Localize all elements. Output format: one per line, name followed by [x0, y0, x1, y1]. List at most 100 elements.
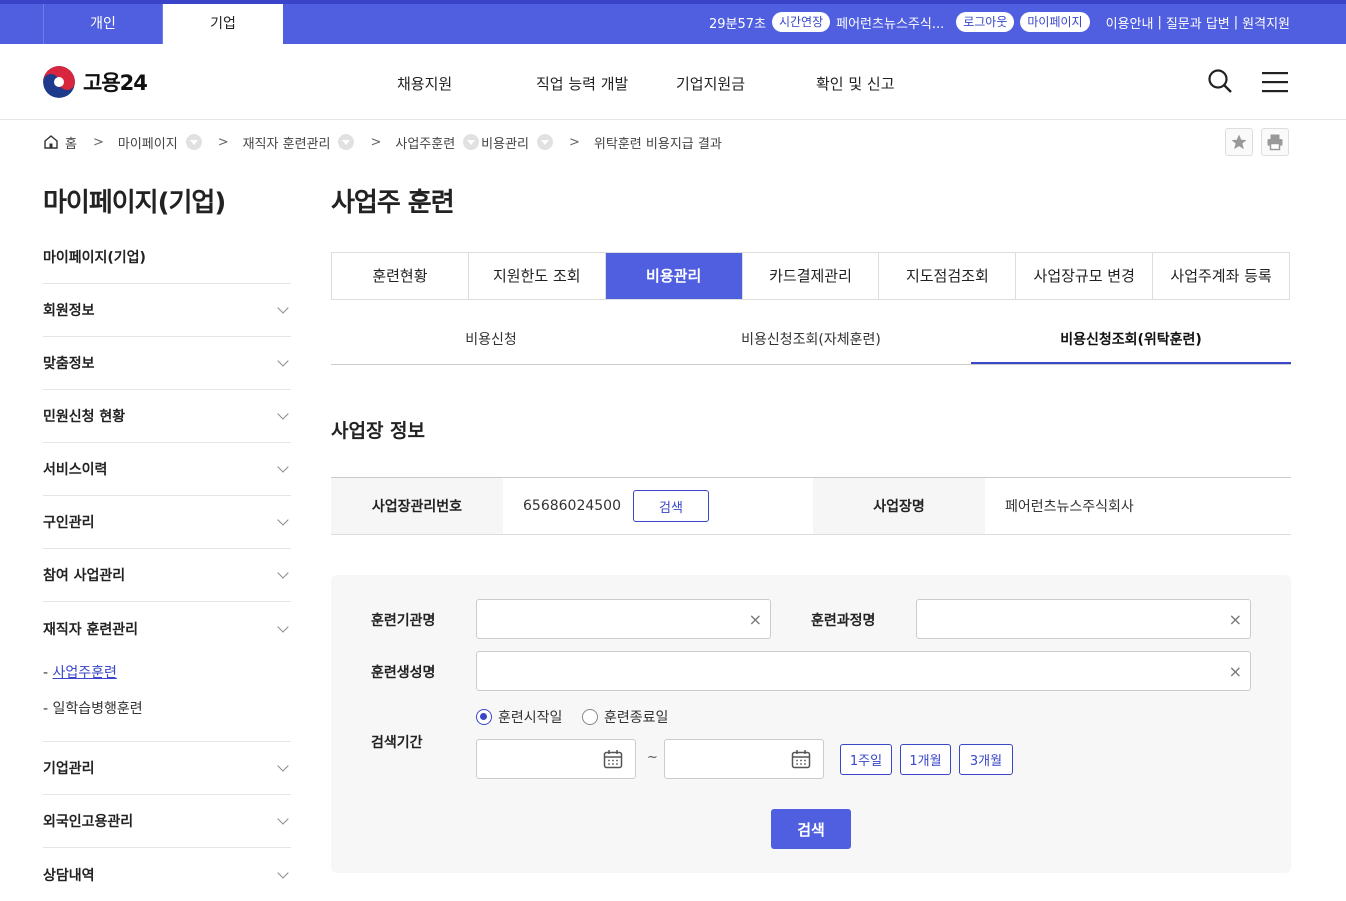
tab-card[interactable]: 카드결제관리	[743, 253, 880, 299]
clear-icon[interactable]: ×	[749, 610, 762, 629]
subtab-self[interactable]: 비용신청조회(자체훈련)	[651, 316, 971, 364]
radio-label: 훈련시작일	[498, 710, 563, 726]
dropdown-icon[interactable]	[537, 134, 554, 150]
print-icon[interactable]	[1261, 128, 1289, 156]
remote-support-link[interactable]: 원격지원	[1242, 13, 1290, 32]
session-area: 29분57초 시간연장 페어런츠뉴스주식... 로그아웃 마이페이지 이용안내 …	[709, 12, 1290, 32]
range-1week-button[interactable]: 1주일	[840, 744, 892, 775]
taegeuk-icon	[43, 66, 75, 98]
sidebar-subitem-work-study[interactable]: - 일학습병행훈련	[43, 691, 291, 727]
sidebar-subitem-employer-training[interactable]: - 사업주훈련	[43, 655, 291, 691]
clear-icon[interactable]: ×	[1229, 662, 1242, 681]
nav-report[interactable]: 확인 및 신고	[816, 73, 895, 94]
sidebar-item-consult[interactable]: 상담내역	[43, 848, 291, 901]
radio-end-date[interactable]: 훈련종료일	[582, 707, 668, 727]
calendar-icon[interactable]	[603, 749, 623, 773]
guide-link[interactable]: 이용안내	[1106, 13, 1154, 32]
sidebar-item-label: 상담내역	[43, 867, 95, 884]
logout-button[interactable]: 로그아웃	[956, 12, 1015, 32]
sidebar-item-label: 민원신청 현황	[43, 409, 126, 425]
mgmt-no-cell: 65686024500 검색	[503, 478, 813, 534]
sidebar-title: 마이페이지(기업)	[43, 188, 226, 218]
site-header: 고용24 채용지원 직업 능력 개발 기업지원금 확인 및 신고	[0, 44, 1346, 120]
clear-icon[interactable]: ×	[1229, 610, 1242, 629]
radio-start-date[interactable]: 훈련시작일	[476, 707, 562, 727]
tab-status[interactable]: 훈련현황	[332, 253, 469, 299]
nav-skills[interactable]: 직업 능력 개발	[536, 73, 628, 94]
course-input[interactable]: ×	[916, 599, 1251, 639]
chevron-down-icon	[277, 302, 289, 314]
chevron-down-icon	[277, 620, 289, 633]
breadcrumb-home[interactable]: 홈	[65, 133, 77, 152]
qna-link[interactable]: 질문과 답변	[1166, 13, 1230, 32]
sidebar-item-label: 서비스이력	[43, 462, 108, 478]
tab-account[interactable]: 사업주계좌 등록	[1153, 253, 1289, 299]
dropdown-icon[interactable]	[463, 134, 480, 150]
sidebar-item-label: 회원정보	[43, 303, 95, 319]
mypage-button[interactable]: 마이페이지	[1020, 12, 1090, 32]
radio-checked-icon[interactable]	[476, 709, 492, 725]
dropdown-icon[interactable]	[338, 134, 355, 150]
start-date-input[interactable]	[476, 739, 636, 779]
tab-size-change[interactable]: 사업장규모 변경	[1016, 253, 1154, 299]
sidebar-item-member[interactable]: 회원정보	[43, 284, 291, 337]
tab-inspection[interactable]: 지도점검조회	[879, 253, 1017, 299]
favorite-star-icon[interactable]	[1225, 128, 1253, 156]
subtab-consign[interactable]: 비용신청조회(위탁훈련)	[971, 316, 1291, 364]
session-timer: 29분57초	[708, 16, 766, 32]
dropdown-icon[interactable]	[185, 134, 202, 150]
sidebar-item-foreign[interactable]: 외국인고용관리	[43, 795, 291, 848]
home-icon[interactable]	[43, 134, 59, 150]
workplace-info: 사업장관리번호 65686024500 검색 사업장명 페어런츠뉴스주식회사	[331, 477, 1291, 535]
section-title: 사업장 정보	[331, 420, 426, 442]
logo[interactable]: 고용24	[43, 66, 148, 98]
chevron-right-icon: >	[92, 134, 104, 150]
radio-label: 훈련종료일	[604, 710, 669, 726]
radio-unchecked-icon[interactable]	[582, 709, 598, 725]
nav-recruit[interactable]: 채용지원	[397, 73, 452, 94]
chevron-down-icon	[277, 461, 289, 473]
search-submit-button[interactable]: 검색	[771, 809, 851, 849]
sidebar-item-mypage[interactable]: 마이페이지(기업)	[43, 231, 291, 284]
workplace-name-label: 사업장명	[813, 478, 985, 534]
tab-limit[interactable]: 지원한도 조회	[469, 253, 606, 299]
institution-input[interactable]: ×	[476, 599, 771, 639]
sidebar-item-recruit[interactable]: 구인관리	[43, 496, 291, 549]
workplace-search-button[interactable]: 검색	[632, 490, 709, 522]
breadcrumb-mypage[interactable]: 마이페이지	[118, 133, 178, 152]
chevron-down-icon	[277, 813, 289, 825]
menu-icon[interactable]	[1262, 71, 1288, 97]
calendar-icon[interactable]	[791, 749, 811, 773]
sidebar-item-project[interactable]: 참여 사업관리	[43, 549, 291, 602]
sidebar-item-label: 마이페이지(기업)	[43, 250, 146, 266]
range-3month-button[interactable]: 3개월	[959, 744, 1013, 775]
sidebar-item-label: 기업관리	[43, 761, 95, 777]
sidebar-item-custom[interactable]: 맞춤정보	[43, 337, 291, 390]
nav-subsidy[interactable]: 기업지원금	[676, 73, 745, 94]
sidebar-item-petition[interactable]: 민원신청 현황	[43, 390, 291, 443]
range-1month-button[interactable]: 1개월	[900, 744, 951, 775]
trainee-input[interactable]: ×	[476, 651, 1251, 691]
search-icon[interactable]	[1207, 68, 1233, 98]
chevron-down-icon	[277, 567, 289, 579]
breadcrumb-employer-training[interactable]: 사업주훈련	[395, 133, 455, 152]
sidebar-item-training[interactable]: 재직자 훈련관리	[43, 602, 291, 655]
breadcrumb-training[interactable]: 재직자 훈련관리	[243, 133, 331, 152]
tab-business[interactable]: 기업	[163, 4, 283, 44]
chevron-right-icon: >	[370, 134, 382, 150]
trainee-label: 훈련생성명	[371, 665, 436, 681]
end-date-input[interactable]	[664, 739, 824, 779]
sidebar-item-history[interactable]: 서비스이력	[43, 443, 291, 496]
breadcrumb-cost[interactable]: 비용관리	[481, 133, 529, 152]
top-utility-bar: 개인 기업 29분57초 시간연장 페어런츠뉴스주식... 로그아웃 마이페이지…	[0, 0, 1346, 44]
chevron-right-icon: >	[569, 134, 580, 150]
tab-cost[interactable]: 비용관리	[605, 253, 743, 299]
tab-personal[interactable]: 개인	[43, 4, 163, 44]
subtab-apply[interactable]: 비용신청	[331, 316, 651, 364]
sidebar-item-company[interactable]: 기업관리	[43, 742, 291, 795]
sidebar-subitem-link[interactable]: 사업주훈련	[53, 665, 117, 681]
sidebar-group-training: 재직자 훈련관리 - 사업주훈련 - 일학습병행훈련	[43, 602, 291, 742]
chevron-down-icon	[277, 760, 289, 772]
sidebar-item-label: 맞춤정보	[43, 356, 95, 372]
extend-session-button[interactable]: 시간연장	[771, 12, 831, 32]
